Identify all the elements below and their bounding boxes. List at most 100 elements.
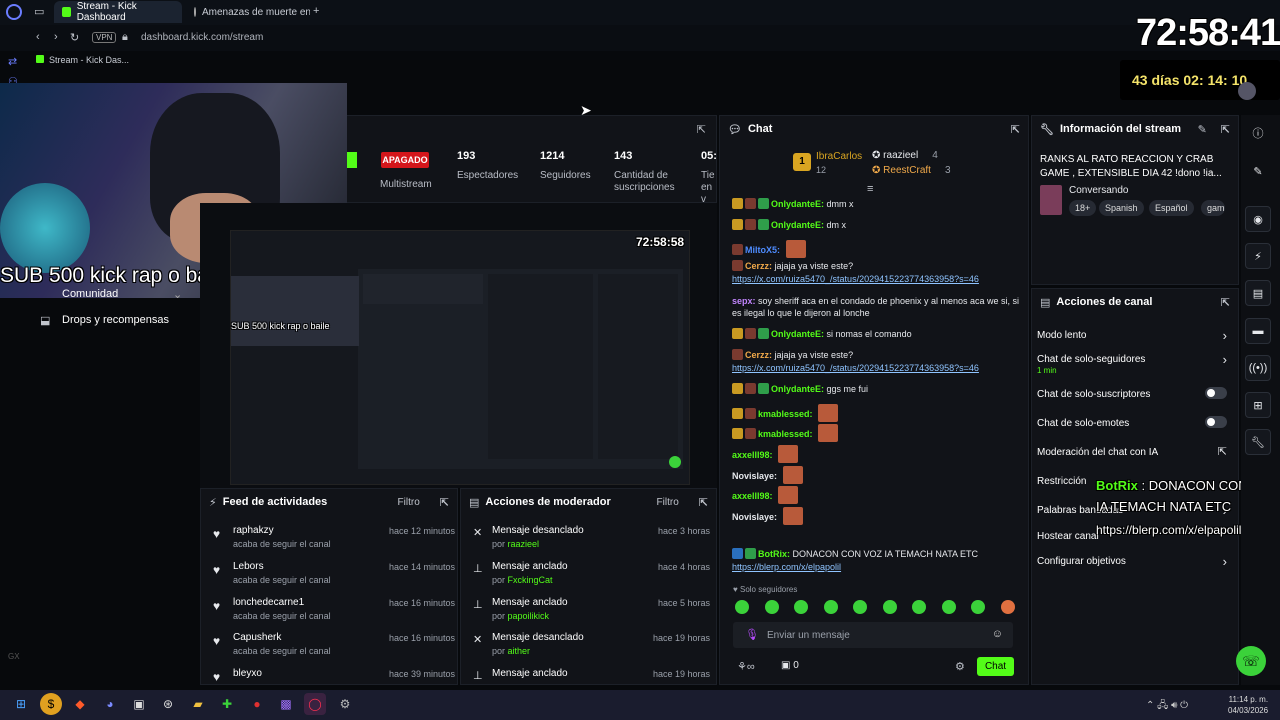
gifter-3[interactable]: ✪ ReestCraft 3 (872, 165, 951, 176)
toggle-switch[interactable] (1205, 387, 1227, 399)
record-icon[interactable]: ● (246, 693, 268, 715)
activity-filter-button[interactable]: Filtro (398, 497, 420, 508)
chat-username[interactable]: kmablessed: (758, 409, 813, 419)
chat-username[interactable]: OnlydanteE: (771, 384, 824, 394)
sidebar-sync-icon[interactable]: ⇄ (8, 55, 17, 68)
stream-tag[interactable]: Spanish (1099, 200, 1144, 216)
chat-username[interactable]: axxelll98: (732, 450, 773, 460)
chat-username[interactable]: OnlydanteE: (771, 329, 824, 339)
opera-gx-icon[interactable]: ◯ (304, 693, 326, 715)
chat-username[interactable]: Novislaye: (732, 471, 777, 481)
settings-icon[interactable]: ⚙︎ (334, 693, 356, 715)
folder-icon[interactable]: ▰ (187, 693, 209, 715)
tray-icons[interactable]: ⌃ 🖧︎ 🔊︎ ⏻ (1146, 698, 1188, 715)
document-icon[interactable]: ▤ (1245, 280, 1271, 306)
emote-button[interactable] (735, 600, 749, 614)
emoji-icon[interactable]: ☺︎ (992, 628, 1003, 640)
url-field[interactable]: dashboard.kick.com/stream (141, 32, 263, 43)
chat-bubble-icon[interactable]: ▬ (1245, 318, 1271, 344)
forward-icon[interactable]: › (54, 31, 58, 43)
stream-tag[interactable]: Español (1149, 200, 1194, 216)
chat-link[interactable]: https://x.com/ruiza5470_/status/20294152… (732, 363, 979, 373)
channel-action-item[interactable]: Chat de solo-suscriptores (1037, 387, 1227, 400)
layout-icon[interactable]: ⊞ (1245, 392, 1271, 418)
chat-username[interactable]: MiltoX5: (745, 245, 780, 255)
multistream-label[interactable]: Multistream (380, 179, 432, 190)
channel-action-item[interactable]: Configurar objetivos › (1037, 554, 1227, 569)
gifter-2[interactable]: ✪ raazieel 4 (872, 150, 938, 161)
coin-app-icon[interactable]: $ (40, 693, 62, 715)
channel-action-item[interactable]: Modo lento › (1037, 328, 1227, 343)
tray-clock[interactable]: 11:14 p. m. 04/03/2026 (1228, 694, 1268, 716)
microphone-icon[interactable]: 🎙︎ (745, 628, 759, 641)
mod-filter-button[interactable]: Filtro (657, 497, 679, 508)
chat-username[interactable]: BotRix: (758, 549, 790, 559)
top-gifter-name[interactable]: IbraCarlos (816, 151, 862, 162)
discord-icon[interactable]: ◕ (99, 693, 121, 715)
edit-icon[interactable]: ✎ (1198, 123, 1207, 136)
gamepad-icon[interactable]: ✚ (216, 693, 238, 715)
popout-icon[interactable]: ⇱ (1221, 296, 1230, 309)
opera-logo-icon[interactable] (6, 4, 22, 20)
twitch-icon[interactable]: ▩ (275, 693, 297, 715)
info-icon[interactable]: ⓘ (1245, 120, 1271, 146)
stream-preview-video[interactable]: SUB 500 kick rap o baile 72:58:58 (230, 230, 690, 485)
chat-username[interactable]: Novislaye: (732, 512, 777, 522)
chat-input[interactable]: 🎙︎ Enviar un mensaje ☺︎ (733, 622, 1013, 648)
tab-news[interactable]: Amenazas de muerte en E (186, 1, 310, 23)
emote-button[interactable] (912, 600, 926, 614)
chat-link[interactable]: https://blerp.com/x/elpapolil (732, 562, 841, 572)
emote-button[interactable] (853, 600, 867, 614)
emote-button[interactable] (971, 600, 985, 614)
chat-link[interactable]: https://x.com/ruiza5470_/status/20294152… (732, 274, 979, 284)
emote-button[interactable] (1000, 600, 1015, 614)
toggle-switch[interactable] (1205, 416, 1227, 428)
emote-button[interactable] (794, 600, 808, 614)
chat-username[interactable]: Cerzz: (745, 350, 772, 360)
vpn-badge[interactable]: VPN (92, 32, 117, 43)
popout-icon[interactable]: ⇱ (1221, 123, 1230, 136)
emote-button[interactable] (882, 600, 897, 614)
camera-icon[interactable]: ◉ (1245, 206, 1271, 232)
store-icon[interactable]: ▣ (128, 693, 150, 715)
reload-icon[interactable]: ↻ (70, 31, 79, 44)
emote-button[interactable] (764, 600, 779, 614)
send-chat-button[interactable]: Chat (977, 657, 1014, 676)
popout-icon[interactable]: ⇱ (1011, 123, 1020, 136)
broadcast-icon[interactable]: ((•)) (1245, 355, 1271, 381)
back-icon[interactable]: ‹ (36, 31, 40, 43)
channel-action-item[interactable]: Chat de solo-seguidores 1 min › (1037, 352, 1227, 375)
lightning-icon[interactable]: ⚡︎ (1245, 243, 1271, 269)
stream-tag[interactable]: gam (1201, 200, 1225, 216)
chat-username[interactable]: sepx: (732, 296, 756, 306)
steam-icon[interactable]: ⊛ (157, 693, 179, 715)
tab-manager-icon[interactable]: ▭ (34, 5, 44, 18)
channel-action-item[interactable]: Chat de solo-emotes (1037, 416, 1227, 429)
wrench-icon[interactable]: 🔧︎ (1245, 429, 1271, 455)
expand-icon[interactable]: ≡ (867, 183, 873, 195)
stream-tag[interactable]: 18+ (1069, 200, 1097, 216)
points-icon[interactable]: ⚘∞ (737, 660, 755, 673)
brave-icon[interactable]: ◆ (69, 693, 91, 715)
pencil-icon[interactable]: ✎ (1245, 158, 1271, 184)
chat-username[interactable]: axxelll98: (732, 491, 773, 501)
category-name[interactable]: Conversando (1069, 185, 1128, 196)
chat-username[interactable]: kmablessed: (758, 429, 813, 439)
popout-icon[interactable]: ⇱ (440, 496, 449, 509)
new-tab-icon[interactable]: + (313, 5, 319, 17)
popout-icon[interactable]: ⇱ (699, 496, 708, 509)
points-counter[interactable]: ▣ 0 (781, 660, 799, 671)
chat-username[interactable]: OnlydanteE: (771, 199, 824, 209)
chat-username[interactable]: OnlydanteE: (771, 220, 824, 230)
tab-kick-dashboard[interactable]: Stream - Kick Dashboard (54, 1, 182, 23)
chat-username[interactable]: Cerzz: (745, 261, 772, 271)
sidebar-gx-icon[interactable]: GX (8, 652, 20, 661)
chat-settings-icon[interactable]: ⚙︎ (955, 660, 965, 673)
emote-button[interactable] (941, 600, 956, 614)
windows-start-icon[interactable]: ⊞ (10, 693, 32, 715)
emote-button[interactable] (823, 600, 838, 614)
help-chat-icon[interactable]: ☏ (1236, 646, 1266, 676)
popout-icon[interactable]: ⇱ (697, 123, 706, 136)
channel-action-item[interactable]: Moderación del chat con IA ⇱ (1037, 446, 1227, 458)
bookmark-stream[interactable]: Stream - Kick Das... (49, 55, 129, 65)
